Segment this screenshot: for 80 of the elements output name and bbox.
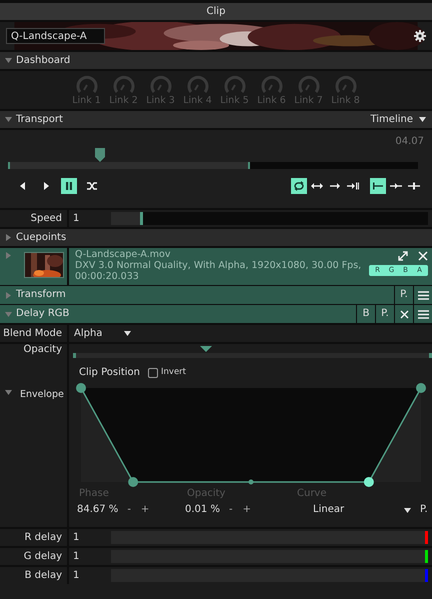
collapse-arrow-icon[interactable]: [4, 57, 12, 64]
restart-button[interactable]: [370, 178, 386, 194]
parameter-label: Opacity: [0, 344, 69, 362]
menu-icon: [418, 290, 428, 300]
increment-button[interactable]: +: [238, 504, 256, 516]
section-title: Transform: [16, 289, 66, 301]
caret-icon: [419, 117, 426, 122]
knob-label: Link 2: [109, 95, 138, 106]
file-duration: 00:00:20.033: [75, 272, 140, 283]
loop-icon: [293, 180, 305, 192]
slider-handle[interactable]: [140, 212, 143, 225]
parameter-label: Curve: [297, 488, 328, 501]
parameter-value[interactable]: 0.01 %: [185, 504, 220, 516]
section-title: Transport: [16, 114, 63, 126]
expand-arrow-icon[interactable]: [4, 234, 12, 241]
file-name: Q-Landscape-A.mov: [75, 250, 172, 260]
menu-icon: [418, 310, 428, 318]
close-icon: [400, 310, 408, 318]
knob-label: Link 1: [72, 95, 101, 106]
mode-label: Timeline: [370, 114, 413, 126]
expand-icon[interactable]: [398, 251, 408, 261]
parameter-label: Phase: [79, 488, 110, 501]
close-icon[interactable]: [418, 251, 428, 261]
bar-cross-icon: [408, 180, 420, 192]
blend-mode-dropdown[interactable]: Alpha: [69, 325, 132, 342]
checkbox-label: Invert: [161, 367, 186, 378]
curve-point[interactable]: [248, 480, 254, 484]
knob-label: Link 4: [183, 95, 212, 106]
curve-point[interactable]: [128, 477, 138, 487]
curve-point[interactable]: [416, 383, 426, 393]
window-title: Clip: [0, 0, 432, 20]
curve-dropdown[interactable]: Linear: [295, 504, 415, 516]
knob-label: Link 3: [146, 95, 175, 106]
file-info: DXV 3.0 Normal Quality, With Alpha, 1920x1080, 30.00 Fps,: [75, 260, 362, 272]
double-arrow-icon: [311, 180, 323, 192]
slider-track[interactable]: [111, 212, 428, 225]
settings-icon[interactable]: [414, 30, 426, 42]
source-label: Clip Position: [79, 366, 140, 378]
parameter-label: Envelope: [20, 389, 64, 402]
parameter-label: B delay: [0, 567, 69, 584]
parameter-value[interactable]: 1: [69, 210, 111, 227]
caret-icon: [124, 331, 132, 336]
collapse-arrow-icon[interactable]: [4, 116, 12, 123]
knob-label: Link 7: [294, 95, 323, 106]
mode-dropdown[interactable]: Timeline: [370, 111, 432, 128]
time-display: 04.07: [395, 136, 424, 148]
bar-line-icon: [372, 180, 384, 192]
section-title: Dashboard: [16, 54, 70, 66]
section-title: Cuepoints: [16, 232, 66, 244]
parameter-value[interactable]: 1: [69, 567, 111, 584]
parameter-value[interactable]: 1: [69, 529, 111, 546]
arrow-to-bar-icon: [347, 180, 359, 192]
pause-icon: [63, 180, 75, 192]
increment-button[interactable]: +: [136, 504, 154, 516]
curve-point[interactable]: [364, 477, 374, 487]
decrement-button[interactable]: -: [224, 504, 238, 516]
parameter-value[interactable]: 1: [69, 548, 111, 565]
section-title: Delay RGB: [16, 308, 70, 320]
parameter-value[interactable]: 84.67 %: [77, 504, 118, 516]
knob-label: Link 6: [257, 95, 286, 106]
decrement-button[interactable]: -: [122, 504, 136, 516]
loop-button[interactable]: [291, 178, 307, 194]
parameter-label: Opacity: [187, 488, 226, 501]
shuffle-icon: [86, 180, 98, 192]
curve-point[interactable]: [76, 383, 86, 393]
arrow-right-icon: [329, 180, 341, 192]
collapse-arrow-icon[interactable]: [4, 389, 12, 396]
slider-handle[interactable]: [425, 531, 428, 544]
pause-button[interactable]: [61, 178, 77, 194]
knob-label: Link 5: [220, 95, 249, 106]
clip-name-field[interactable]: Q-Landscape-A: [6, 28, 105, 44]
playhead-handle[interactable]: [94, 148, 105, 162]
knob-label: Link 8: [331, 95, 360, 106]
invert-checkbox[interactable]: [148, 368, 158, 378]
arrow-line-icon: [390, 180, 402, 192]
preset-button[interactable]: P.: [415, 504, 432, 516]
caret-icon: [404, 508, 411, 512]
slider-handle[interactable]: [425, 569, 428, 582]
slider-handle[interactable]: [425, 550, 428, 563]
timeline-track[interactable]: [8, 162, 418, 169]
